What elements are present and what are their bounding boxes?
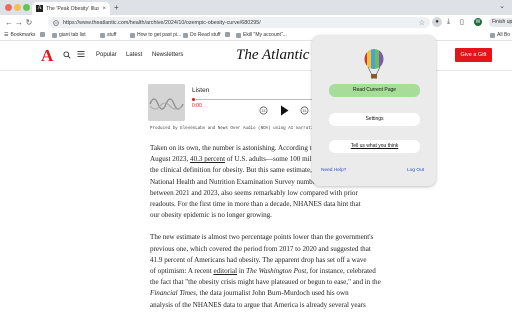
bookmark-favicon-icon: [236, 32, 241, 38]
progress-marker[interactable]: [192, 98, 195, 101]
reload-icon[interactable]: ↻: [24, 18, 34, 27]
atlantic-logo[interactable]: A: [41, 46, 53, 66]
site-info-icon[interactable]: [53, 19, 59, 26]
folder-icon: [52, 32, 57, 38]
give-a-gift-button[interactable]: Give a Gift: [455, 48, 492, 62]
new-tab-button[interactable]: +: [114, 3, 119, 12]
tab-search-icon[interactable]: ⌄: [499, 2, 505, 10]
download-icon[interactable]: ⤓: [447, 18, 450, 26]
bookmark-item[interactable]: Do Read stuff: [183, 32, 220, 38]
bookmark-item[interactable]: ☰ Bookmarks: [4, 32, 36, 38]
bookmarks-icon: ☰: [4, 32, 9, 38]
site-wordmark[interactable]: The Atlantic: [236, 47, 309, 64]
browser-toolbar: ← → ↻ https://www.theatlantic.com/health…: [0, 15, 512, 30]
log-out-link[interactable]: Log Out: [407, 168, 424, 173]
bookmark-item[interactable]: stuff: [100, 32, 116, 38]
settings-button[interactable]: Settings: [329, 113, 420, 126]
bookmark-item[interactable]: [225, 32, 232, 37]
article-paragraph: The new estimate is almost two percentag…: [150, 233, 381, 309]
svg-text:15: 15: [303, 109, 307, 113]
bookmark-favicon-icon: [225, 32, 230, 37]
hot-air-balloon-icon: [364, 49, 384, 79]
url-text: https://www.theatlantic.com/health/archi…: [63, 19, 261, 26]
skip-forward-icon[interactable]: 15: [300, 106, 309, 117]
nav-latest[interactable]: Latest: [126, 52, 142, 58]
address-bar[interactable]: https://www.theatlantic.com/health/archi…: [48, 17, 430, 28]
close-tab-icon[interactable]: ×: [102, 6, 106, 12]
elapsed-time: 0:00: [192, 103, 202, 109]
menu-icon[interactable]: [77, 50, 85, 60]
need-help-link[interactable]: Need Help?: [321, 168, 346, 173]
skip-back-icon[interactable]: 15: [259, 106, 268, 117]
close-window-button[interactable]: [5, 4, 12, 11]
listen-label: Listen: [192, 87, 210, 94]
bookmark-item[interactable]: Ekill "My account"...: [236, 32, 287, 38]
bookmark-item[interactable]: [40, 32, 47, 37]
forward-icon[interactable]: →: [14, 18, 24, 27]
atlantic-favicon-icon: A: [36, 5, 43, 12]
bookmark-favicon-icon: [130, 32, 135, 38]
bookmark-item[interactable]: How to get past pi...: [130, 32, 181, 38]
folder-icon: [490, 32, 495, 38]
bookmark-favicon-icon: [40, 32, 45, 37]
minimize-window-button[interactable]: [14, 4, 21, 11]
finish-update-button[interactable]: Finish up: [489, 18, 512, 27]
audio-credit: Produced by ElevenLabs and News Over Aud…: [150, 127, 321, 131]
folder-icon: [100, 32, 105, 38]
feedback-button[interactable]: Tell us what you think: [329, 140, 420, 153]
tab-strip: A The 'Peak Obesity' Illusion × + ⌄: [0, 0, 512, 15]
side-panel-icon[interactable]: ▯: [460, 18, 464, 26]
audio-player: Listen 0:00 15 15: [148, 82, 346, 122]
read-current-page-button[interactable]: Read Current Page: [329, 84, 420, 97]
search-icon[interactable]: [63, 51, 71, 61]
bookmark-star-icon[interactable]: ☆: [419, 19, 425, 27]
nav-popular[interactable]: Popular: [96, 52, 117, 58]
nav-newsletters[interactable]: Newsletters: [152, 52, 183, 58]
extension-icon[interactable]: ●: [432, 17, 442, 27]
folder-icon: [183, 32, 188, 38]
all-bookmarks-button[interactable]: All Bo: [490, 32, 510, 38]
back-icon[interactable]: ←: [4, 18, 14, 27]
profile-avatar[interactable]: W: [474, 18, 482, 26]
inline-link[interactable]: editorial: [213, 267, 237, 275]
maximize-window-button[interactable]: [23, 4, 30, 11]
play-icon[interactable]: [280, 105, 289, 119]
svg-text:15: 15: [262, 109, 266, 113]
audio-cover-image: [148, 84, 185, 121]
active-tab[interactable]: A The 'Peak Obesity' Illusion ×: [32, 2, 110, 15]
inline-link[interactable]: 40.3 percent: [190, 155, 225, 163]
bookmark-item[interactable]: giant tab list: [52, 32, 86, 38]
extension-popup: Read Current Page Settings Tell us what …: [312, 35, 436, 186]
tab-title: The 'Peak Obesity' Illusion: [46, 5, 100, 12]
